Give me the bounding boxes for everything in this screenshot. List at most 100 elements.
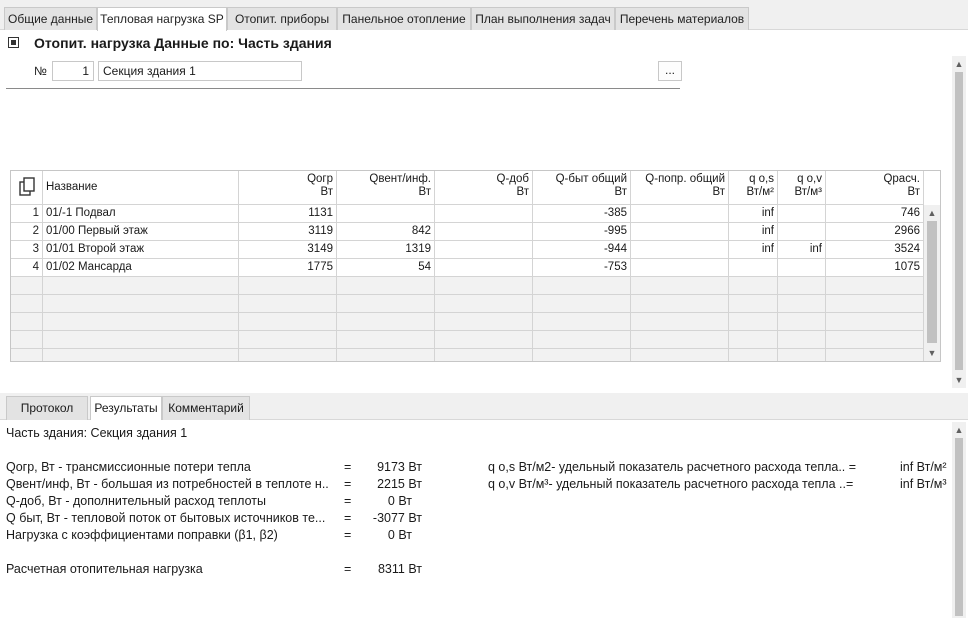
empty-cell[interactable] — [778, 295, 826, 313]
cell-qogr[interactable]: 1775 — [239, 259, 337, 277]
tab-heat-load-sp[interactable]: Тепловая нагрузка SP — [97, 7, 227, 31]
browse-button[interactable]: ... — [658, 61, 682, 81]
table-scroll-down-icon[interactable]: ▼ — [924, 347, 940, 359]
empty-cell[interactable] — [435, 295, 533, 313]
empty-cell[interactable] — [778, 313, 826, 331]
cell-name[interactable]: 01/00 Первый этаж — [43, 223, 239, 241]
form-scrollbar[interactable]: ▲ ▼ — [952, 56, 966, 388]
empty-cell[interactable] — [631, 277, 729, 295]
cell-qvent[interactable] — [337, 205, 435, 223]
tab-comment[interactable]: Комментарий — [162, 396, 250, 420]
row-number[interactable]: 4 — [11, 259, 43, 277]
cell-name[interactable]: 01/-1 Подвал — [43, 205, 239, 223]
scroll-up-icon[interactable]: ▲ — [952, 58, 966, 70]
col-header-qpopr[interactable]: Q-попр. общий Вт — [631, 171, 729, 205]
cell-qrasch[interactable]: 746 — [826, 205, 924, 223]
cell-qvent[interactable]: 842 — [337, 223, 435, 241]
tab-material-list[interactable]: Перечень материалов — [615, 7, 749, 30]
empty-cell[interactable] — [826, 295, 924, 313]
cell-qogr[interactable]: 1131 — [239, 205, 337, 223]
col-header-qbyt[interactable]: Q-быт общий Вт — [533, 171, 631, 205]
col-header-qdob[interactable]: Q-доб Вт — [435, 171, 533, 205]
empty-cell[interactable] — [43, 331, 239, 349]
empty-cell[interactable] — [729, 331, 778, 349]
cell-name[interactable]: 01/01 Второй этаж — [43, 241, 239, 259]
cell-qos[interactable]: inf — [729, 241, 778, 259]
cell-qrasch[interactable]: 2966 — [826, 223, 924, 241]
cell-qvent[interactable]: 54 — [337, 259, 435, 277]
cell-qogr[interactable]: 3149 — [239, 241, 337, 259]
table-scrollbar[interactable]: ▲ ▼ — [924, 205, 940, 361]
cell-qdob[interactable] — [435, 223, 533, 241]
cell-qos[interactable]: inf — [729, 223, 778, 241]
col-header-qogr[interactable]: Qогр Вт — [239, 171, 337, 205]
col-header-qos[interactable]: q o,s Вт/м² — [729, 171, 778, 205]
empty-cell[interactable] — [43, 349, 239, 361]
empty-cell[interactable] — [435, 313, 533, 331]
empty-cell[interactable] — [435, 349, 533, 361]
empty-cell[interactable] — [778, 331, 826, 349]
cell-qbyt[interactable]: -385 — [533, 205, 631, 223]
cell-qdob[interactable] — [435, 241, 533, 259]
empty-cell[interactable] — [533, 277, 631, 295]
empty-cell[interactable] — [631, 313, 729, 331]
empty-cell[interactable] — [239, 313, 337, 331]
cell-qbyt[interactable]: -995 — [533, 223, 631, 241]
cell-name[interactable]: 01/02 Мансарда — [43, 259, 239, 277]
empty-cell[interactable] — [435, 331, 533, 349]
row-number[interactable]: 1 — [11, 205, 43, 223]
empty-cell[interactable] — [43, 277, 239, 295]
empty-cell[interactable] — [729, 277, 778, 295]
empty-cell[interactable] — [239, 349, 337, 361]
empty-cell[interactable] — [631, 331, 729, 349]
cell-qov[interactable] — [778, 205, 826, 223]
cell-qov[interactable] — [778, 259, 826, 277]
empty-cell[interactable] — [778, 277, 826, 295]
empty-cell[interactable] — [337, 313, 435, 331]
copy-icon[interactable] — [11, 171, 43, 205]
cell-qos[interactable]: inf — [729, 205, 778, 223]
results-scroll-up-icon[interactable]: ▲ — [952, 424, 966, 436]
tab-protocol[interactable]: Протокол — [6, 396, 88, 420]
tab-task-plan[interactable]: План выполнения задач — [471, 7, 615, 30]
cell-qdob[interactable] — [435, 259, 533, 277]
empty-cell[interactable] — [533, 313, 631, 331]
row-number[interactable]: 3 — [11, 241, 43, 259]
empty-cell[interactable] — [337, 331, 435, 349]
empty-cell[interactable] — [43, 313, 239, 331]
empty-cell[interactable] — [239, 331, 337, 349]
empty-cell[interactable] — [826, 331, 924, 349]
tab-general-data[interactable]: Общие данные — [4, 7, 97, 30]
cell-qogr[interactable]: 3119 — [239, 223, 337, 241]
empty-cell[interactable] — [631, 295, 729, 313]
tab-results[interactable]: Результаты — [90, 396, 162, 420]
row-number[interactable]: 2 — [11, 223, 43, 241]
cell-qos[interactable] — [729, 259, 778, 277]
cell-qrasch[interactable]: 3524 — [826, 241, 924, 259]
col-header-qvent[interactable]: Qвент/инф. Вт — [337, 171, 435, 205]
cell-qov[interactable] — [778, 223, 826, 241]
empty-cell[interactable] — [239, 295, 337, 313]
empty-cell[interactable] — [826, 313, 924, 331]
col-header-qrasch[interactable]: Qрасч. Вт — [826, 171, 924, 205]
cell-qpopr[interactable] — [631, 223, 729, 241]
empty-cell[interactable] — [533, 349, 631, 361]
table-scroll-up-icon[interactable]: ▲ — [924, 207, 940, 219]
tab-panel-heating[interactable]: Панельное отопление — [337, 7, 471, 30]
cell-qbyt[interactable]: -944 — [533, 241, 631, 259]
empty-cell[interactable] — [778, 349, 826, 361]
empty-cell[interactable] — [337, 295, 435, 313]
empty-cell[interactable] — [533, 295, 631, 313]
col-header-name[interactable]: Название — [43, 171, 239, 205]
empty-cell[interactable] — [826, 349, 924, 361]
empty-cell[interactable] — [435, 277, 533, 295]
scroll-down-icon[interactable]: ▼ — [952, 374, 966, 386]
empty-cell[interactable] — [239, 277, 337, 295]
tab-heating-devices[interactable]: Отопит. приборы — [227, 7, 337, 30]
table-scroll-thumb[interactable] — [927, 221, 937, 343]
number-input[interactable]: 1 — [52, 61, 94, 81]
empty-cell[interactable] — [337, 349, 435, 361]
empty-cell[interactable] — [729, 349, 778, 361]
cell-qbyt[interactable]: -753 — [533, 259, 631, 277]
empty-cell[interactable] — [729, 313, 778, 331]
